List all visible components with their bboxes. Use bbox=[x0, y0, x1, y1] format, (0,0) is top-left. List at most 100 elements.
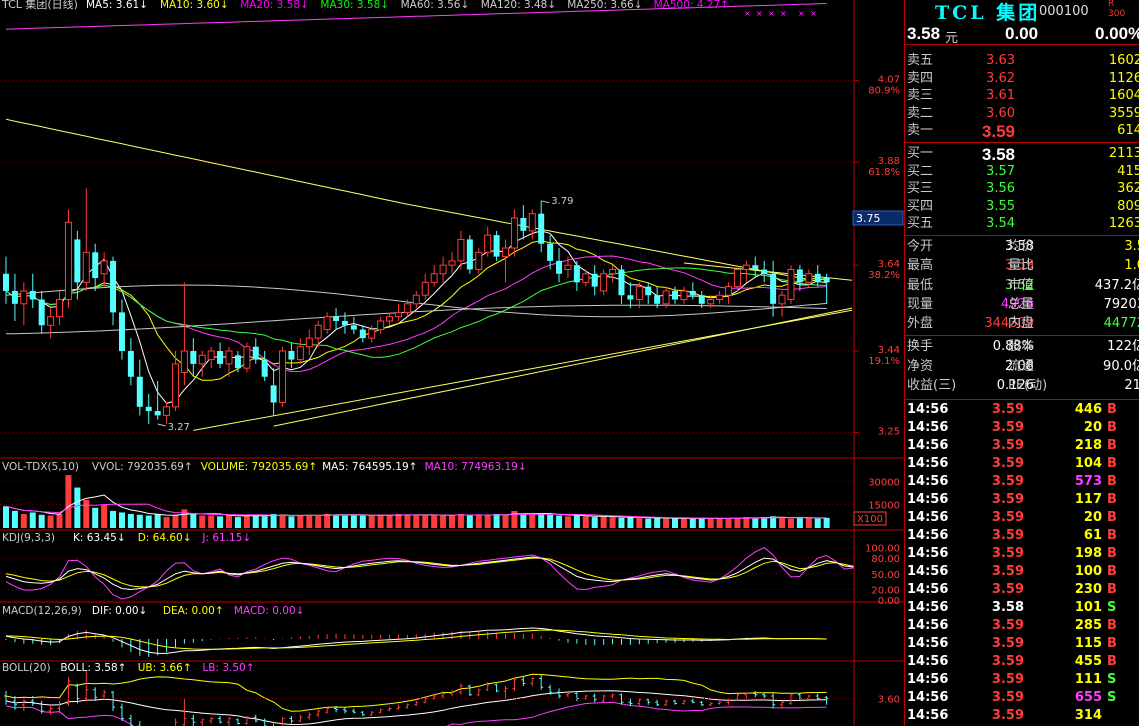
vol-y-tick: 30000 bbox=[868, 477, 900, 488]
candle-body bbox=[493, 235, 500, 257]
book-volume: 362 bbox=[1117, 181, 1139, 197]
tick-row[interactable]: 14:56 3.58 101 S bbox=[905, 600, 1139, 618]
volume-bar bbox=[591, 517, 598, 528]
stat-row: 外盘344309内盘44772 bbox=[905, 314, 1139, 333]
book-label: 买二 bbox=[907, 163, 934, 179]
tick-price: 3.59 bbox=[991, 708, 1024, 724]
tick-row[interactable]: 14:56 3.59 285 B bbox=[905, 618, 1139, 636]
tick-price: 3.58 bbox=[991, 600, 1024, 616]
ask-row-5[interactable]: 卖一 3.59 614 bbox=[905, 122, 1139, 141]
tick-row[interactable]: 14:56 3.59 655 S bbox=[905, 690, 1139, 708]
volume-bar bbox=[243, 514, 250, 528]
tick-row[interactable]: 14:56 3.59 111 S bbox=[905, 672, 1139, 690]
volume-bar bbox=[199, 515, 206, 528]
book-label: 买四 bbox=[907, 198, 934, 214]
kline-chart[interactable]: 4.0780.9% 3.8861.8% 3.6438.2% 3.4419.1% 3.25… bbox=[0, 0, 904, 726]
tick-time: 14:56 bbox=[907, 636, 949, 652]
bid-row-3[interactable]: 买三 3.56 362 bbox=[905, 180, 1139, 198]
tick-price: 3.59 bbox=[991, 420, 1024, 436]
bid-row-1[interactable]: 买一 3.58 2113 bbox=[905, 145, 1139, 164]
tick-row[interactable]: 14:56 3.59 446 B bbox=[905, 402, 1139, 420]
stat-value: 1.0 bbox=[1124, 258, 1139, 274]
tick-volume: 61 bbox=[1083, 528, 1102, 544]
candle-body bbox=[680, 290, 688, 301]
volume-bar bbox=[136, 514, 143, 528]
candle-body bbox=[217, 351, 224, 364]
ask-row-4[interactable]: 卖二 3.60 3559 bbox=[905, 105, 1139, 123]
annotation-label: 3.27 bbox=[168, 422, 190, 433]
candle-body bbox=[528, 213, 536, 232]
candle-body bbox=[403, 303, 411, 313]
candle-body bbox=[564, 264, 572, 270]
stock-code: 000100 bbox=[1039, 4, 1089, 19]
kdj-y-tick: 100.00 bbox=[865, 544, 900, 555]
book-price: 3.60 bbox=[986, 105, 1015, 121]
tick-row[interactable]: 14:56 3.59 573 B bbox=[905, 474, 1139, 492]
macd-legend-item: DIF: 0.00↓ bbox=[92, 605, 147, 617]
boll-mid-line bbox=[5, 690, 827, 726]
stat-row: 今开3.58均价3.5 bbox=[905, 237, 1139, 256]
volume-bar bbox=[118, 512, 125, 528]
volume-bar bbox=[413, 515, 420, 528]
bid-row-5[interactable]: 买五 3.54 1263 bbox=[905, 215, 1139, 233]
volume-bar bbox=[707, 518, 714, 528]
tick-row[interactable]: 14:56 3.59 20 B bbox=[905, 420, 1139, 438]
volume-bar bbox=[529, 514, 536, 528]
tick-row[interactable]: 14:56 3.59 455 B bbox=[905, 654, 1139, 672]
ma-legend-ma120: MA120: 3.48↓ bbox=[481, 0, 556, 11]
tick-flag: B bbox=[1107, 636, 1117, 652]
candle-body bbox=[770, 273, 777, 304]
candle-body bbox=[296, 346, 304, 361]
y-tick-label: 3.25 bbox=[878, 427, 900, 438]
candle-body bbox=[582, 273, 590, 283]
tick-row[interactable]: 14:56 3.59 20 B bbox=[905, 510, 1139, 528]
ma-cross-marker: × bbox=[768, 9, 775, 18]
candle-body bbox=[672, 290, 678, 300]
stat-label: 现量 bbox=[907, 296, 934, 312]
tick-row[interactable]: 14:56 3.59 104 B bbox=[905, 456, 1139, 474]
candle-body bbox=[547, 243, 554, 261]
tick-row[interactable]: 14:56 3.59 117 B bbox=[905, 492, 1139, 510]
candle-body bbox=[377, 320, 385, 331]
tick-row[interactable]: 14:56 3.59 230 B bbox=[905, 582, 1139, 600]
tick-price: 3.59 bbox=[991, 456, 1024, 472]
candle-body bbox=[261, 359, 268, 377]
book-price: 3.61 bbox=[986, 88, 1015, 104]
tick-list[interactable]: 14:56 3.59 446 B 14:56 3.59 20 B 14:56 3.59 218 B 14… bbox=[905, 400, 1139, 726]
volume-bar bbox=[350, 514, 357, 528]
candle-body bbox=[796, 269, 803, 283]
ask-row-1[interactable]: 卖五 3.63 1602 bbox=[905, 52, 1139, 70]
volume-bar bbox=[261, 516, 268, 528]
tick-flag: S bbox=[1107, 672, 1117, 688]
candle-body bbox=[591, 273, 598, 287]
tick-row[interactable]: 14:56 3.59 198 B bbox=[905, 546, 1139, 564]
tick-price: 3.59 bbox=[991, 438, 1024, 454]
volume-bar bbox=[127, 514, 134, 528]
ask-row-2[interactable]: 卖四 3.62 1126 bbox=[905, 70, 1139, 88]
tick-row[interactable]: 14:56 3.59 314 bbox=[905, 708, 1139, 726]
y-tick-label: 4.07 bbox=[878, 75, 900, 86]
candle-body bbox=[520, 217, 527, 231]
bid-row-2[interactable]: 买二 3.57 415 bbox=[905, 163, 1139, 181]
volume-bar bbox=[618, 517, 625, 528]
tick-volume: 101 bbox=[1074, 600, 1102, 616]
candle-body bbox=[252, 346, 259, 360]
volume-bar bbox=[796, 517, 803, 528]
tick-row[interactable]: 14:56 3.59 218 B bbox=[905, 438, 1139, 456]
tick-row[interactable]: 14:56 3.59 61 B bbox=[905, 528, 1139, 546]
volume-bar bbox=[698, 517, 705, 528]
tick-row[interactable]: 14:56 3.59 100 B bbox=[905, 564, 1139, 582]
last-price: 3.58 bbox=[907, 24, 941, 43]
candle-body bbox=[118, 312, 125, 352]
bid-row-4[interactable]: 买四 3.55 809 bbox=[905, 198, 1139, 216]
candle-body bbox=[752, 265, 759, 270]
stat-label: 内盘 bbox=[1008, 316, 1035, 332]
book-volume: 809 bbox=[1117, 198, 1139, 214]
candle-body bbox=[725, 286, 733, 296]
ask-row-3[interactable]: 卖三 3.61 1604 bbox=[905, 87, 1139, 105]
vol-legend-item: VVOL: 792035.69↑ bbox=[92, 461, 193, 473]
volume-bar bbox=[297, 515, 304, 528]
tick-time: 14:56 bbox=[907, 492, 949, 508]
volume-bar bbox=[234, 517, 241, 528]
tick-row[interactable]: 14:56 3.59 115 B bbox=[905, 636, 1139, 654]
